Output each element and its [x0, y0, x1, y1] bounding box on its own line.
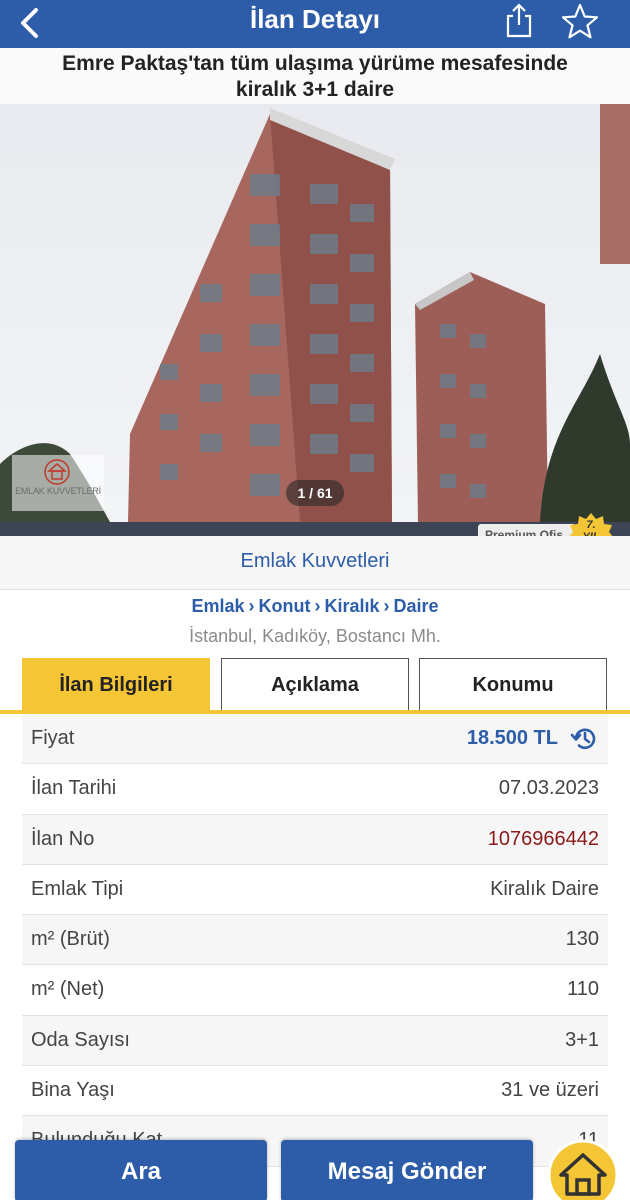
share-icon[interactable] — [502, 2, 536, 40]
row-value: 130 — [565, 928, 599, 951]
bottom-action-bar: Ara Mesaj Gönder — [0, 1130, 630, 1200]
breadcrumb: Emlak › Konut › Kiralık › Daire — [0, 596, 630, 617]
row-label: m² (Brüt) — [31, 928, 110, 951]
row-label: Emlak Tipi — [31, 877, 124, 900]
tab-konumu[interactable]: Konumu — [419, 658, 607, 712]
table-row: m² (Brüt) 130 — [22, 915, 608, 966]
price-value: 18.500 TL — [466, 727, 558, 749]
row-label: İlan No — [31, 827, 95, 850]
row-value: 110 — [567, 978, 599, 1001]
breadcrumb-item-kiralik[interactable]: Kiralık — [324, 596, 379, 616]
row-label: Fiyat — [31, 727, 75, 749]
table-row: Fiyat 18.500 TL — [22, 714, 608, 765]
agent-logo-text: EMLAK KUVVETLERİ — [15, 486, 101, 496]
photo-counter: 1 / 61 — [286, 480, 344, 506]
call-button[interactable]: Ara — [15, 1140, 267, 1200]
agent-logo: EMLAK KUVVETLERİ — [12, 455, 104, 511]
table-row: Oda Sayısı 3+1 — [22, 1015, 608, 1067]
office-name-link[interactable]: Emlak Kuvvetleri — [0, 536, 630, 590]
listing-info-table: Fiyat 18.500 TL İlan Tarihi 07.03.2023 İ… — [22, 714, 608, 1167]
row-value: 31 ve üzeri — [501, 1079, 599, 1102]
tab-aciklama[interactable]: Açıklama — [221, 658, 409, 712]
location-text: İstanbul, Kadıköy, Bostancı Mh. — [189, 626, 441, 646]
row-value: Kiralık Daire — [490, 877, 599, 900]
row-label: İlan Tarihi — [31, 777, 117, 800]
row-value: 07.03.2023 — [498, 777, 599, 800]
breadcrumb-separator: › — [383, 596, 390, 616]
breadcrumb-item-konut[interactable]: Konut — [259, 596, 311, 616]
listing-title: Emre Paktaş'tan tüm ulaşıma yürüme mesaf… — [0, 48, 630, 104]
table-row: m² (Net) 110 — [22, 965, 608, 1016]
send-message-button[interactable]: Mesaj Gönder — [281, 1140, 533, 1200]
row-label: Oda Sayısı — [31, 1028, 130, 1051]
breadcrumb-separator: › — [314, 596, 321, 616]
price-history-icon[interactable] — [570, 724, 600, 754]
table-row: Emlak Tipi Kiralık Daire — [22, 865, 608, 916]
star-icon[interactable] — [560, 2, 600, 40]
row-label: Bina Yaşı — [31, 1079, 115, 1102]
table-row: Bina Yaşı 31 ve üzeri — [22, 1066, 608, 1117]
row-value: 3+1 — [565, 1028, 599, 1051]
row-label: m² (Net) — [31, 978, 105, 1001]
breadcrumb-item-daire[interactable]: Daire — [394, 596, 439, 616]
top-navigation-bar: İlan Detayı — [0, 0, 630, 48]
house-logo-icon — [44, 459, 70, 485]
tab-bar: İlan Bilgileri Açıklama Konumu — [0, 656, 630, 714]
listing-number-value: 1076966442 — [487, 827, 599, 850]
table-row: İlan No 1076966442 — [22, 814, 608, 865]
home-icon[interactable] — [546, 1138, 620, 1200]
tab-ilan-bilgileri[interactable]: İlan Bilgileri — [22, 658, 210, 712]
table-row: İlan Tarihi 07.03.2023 — [22, 764, 608, 815]
breadcrumb-item-emlak[interactable]: Emlak — [191, 596, 244, 616]
breadcrumb-separator: › — [248, 596, 255, 616]
